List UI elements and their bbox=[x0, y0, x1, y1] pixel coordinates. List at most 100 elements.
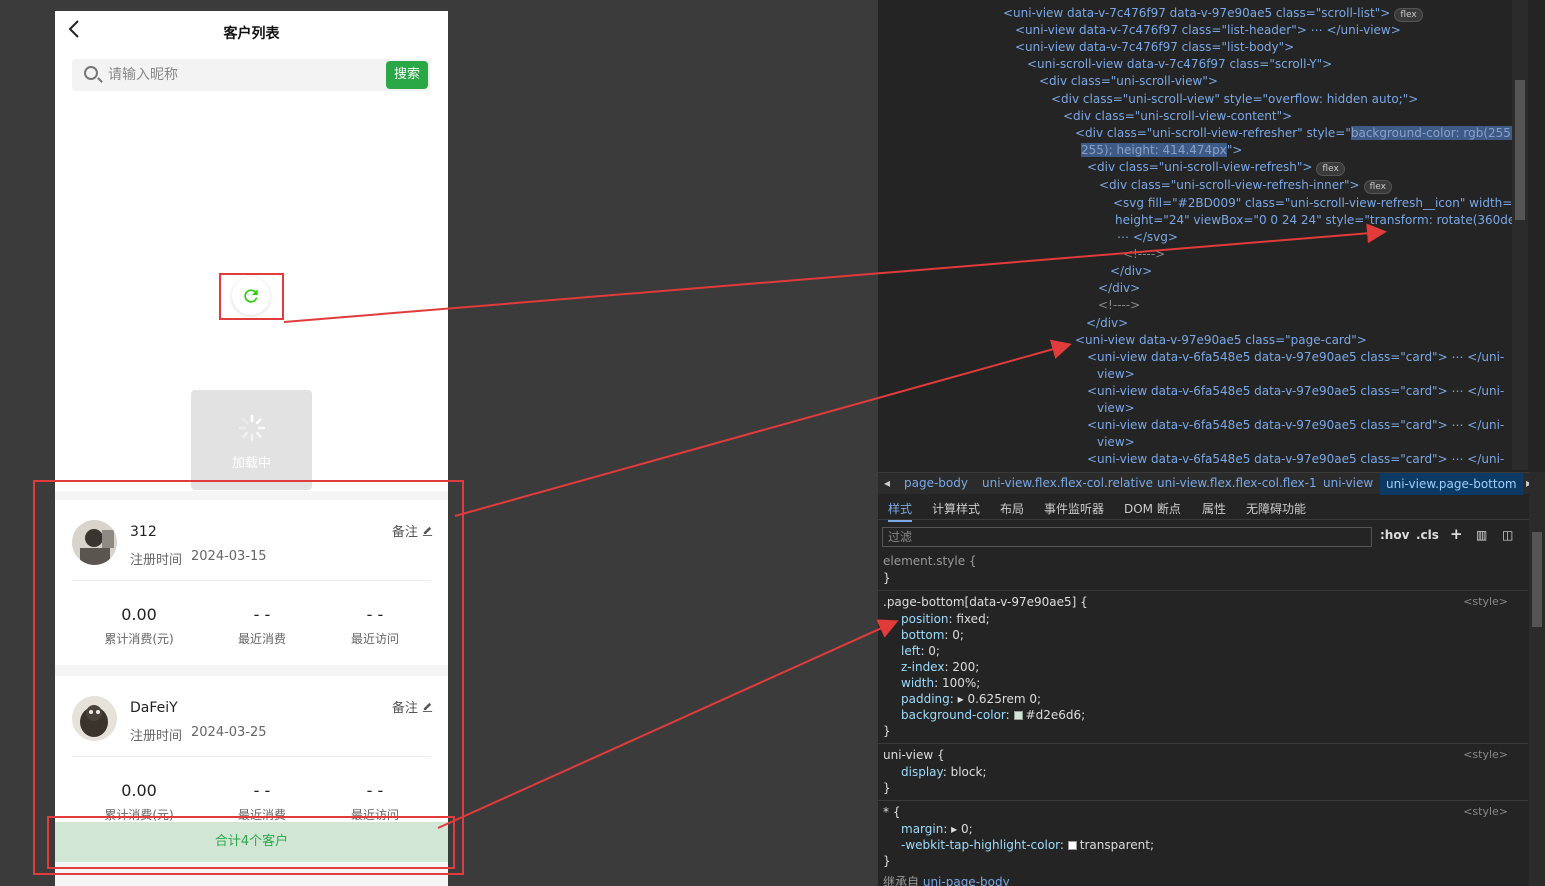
css-declaration[interactable]: display: block; bbox=[901, 764, 987, 780]
tab-styles[interactable]: 样式 bbox=[888, 500, 913, 522]
dom-node[interactable]: </div> bbox=[1110, 263, 1152, 280]
rule-selector[interactable]: .page-bottom[data-v-97e90ae5] { bbox=[883, 594, 1088, 610]
rule-selector[interactable]: * { bbox=[883, 804, 900, 820]
css-declaration[interactable]: z-index: 200; bbox=[901, 659, 979, 675]
scrollbar-thumb[interactable] bbox=[1515, 80, 1525, 220]
css-value: 0; bbox=[961, 822, 973, 836]
inherited-text: 继承自 bbox=[883, 875, 920, 886]
dom-comment[interactable]: <!----> bbox=[1123, 246, 1165, 263]
dom-text: <div class="uni-scroll-view-refresher" s… bbox=[1075, 126, 1351, 140]
dom-node[interactable]: <div class="uni-scroll-view-refresher" s… bbox=[1075, 125, 1528, 142]
color-swatch[interactable] bbox=[1013, 711, 1023, 720]
dom-node[interactable]: 255); height: 414.474px"> bbox=[1081, 142, 1242, 159]
dom-node[interactable]: <uni-view data-v-6fa548e5 data-v-97e90ae… bbox=[1087, 349, 1504, 366]
dom-node[interactable]: <uni-view data-v-97e90ae5 class="page-ca… bbox=[1075, 332, 1367, 349]
devtools-panel: <uni-view data-v-7c476f97 data-v-97e90ae… bbox=[878, 0, 1545, 886]
tab-layout[interactable]: 布局 bbox=[1000, 500, 1024, 517]
color-swatch[interactable] bbox=[1067, 841, 1077, 850]
css-declaration[interactable]: -webkit-tap-highlight-color: transparent… bbox=[901, 837, 1154, 853]
rule-source[interactable]: <style> bbox=[1463, 595, 1508, 608]
rule-source[interactable]: <style> bbox=[1463, 805, 1508, 818]
dom-text: "> bbox=[1226, 143, 1243, 157]
dom-node[interactable]: view> bbox=[1097, 434, 1135, 451]
dom-node[interactable]: <uni-view data-v-7c476f97 class="list-bo… bbox=[1015, 39, 1294, 56]
css-declaration[interactable]: bottom: 0; bbox=[901, 627, 964, 643]
dom-node[interactable]: <uni-view data-v-7c476f97 data-v-97e90ae… bbox=[1003, 5, 1423, 22]
divider bbox=[878, 590, 1528, 591]
rule-source[interactable]: <style> bbox=[1463, 748, 1508, 761]
dom-node[interactable]: <svg fill="#2BD009" class="uni-scroll-vi… bbox=[1113, 195, 1528, 212]
breadcrumb-item[interactable]: uni-view.flex.flex-col.flex-1 bbox=[1157, 476, 1317, 490]
css-property: -webkit-tap-highlight-color bbox=[901, 838, 1060, 852]
dom-node[interactable]: <div class="uni-scroll-view-content"> bbox=[1063, 108, 1292, 125]
screenshot-root: 客户列表 搜索 bbox=[0, 0, 1545, 886]
css-declaration[interactable]: margin: ▸ 0; bbox=[901, 821, 973, 837]
dom-node[interactable]: </div> bbox=[1098, 280, 1140, 297]
tab-properties[interactable]: 属性 bbox=[1202, 500, 1226, 517]
styles-scrollbar[interactable] bbox=[1529, 472, 1545, 886]
css-value: 100%; bbox=[941, 676, 981, 690]
dom-node[interactable]: <div class="uni-scroll-view-refresh-inne… bbox=[1099, 177, 1392, 194]
dom-text: <uni-view data-v-7c476f97 data-v-97e90ae… bbox=[1003, 6, 1391, 20]
rule-close: } bbox=[883, 854, 891, 868]
dom-node[interactable]: ⋯ </svg> bbox=[1117, 229, 1178, 246]
dom-comment[interactable]: <!----> bbox=[1098, 297, 1140, 314]
styles-tabs: 样式 计算样式 布局 事件监听器 DOM 断点 属性 无障碍功能 bbox=[878, 496, 1545, 522]
css-property: width bbox=[901, 676, 935, 690]
tab-accessibility[interactable]: 无障碍功能 bbox=[1246, 500, 1306, 517]
tab-event-listeners[interactable]: 事件监听器 bbox=[1044, 500, 1104, 517]
dom-node[interactable]: <uni-view data-v-7c476f97 class="list-he… bbox=[1015, 22, 1401, 39]
scrollbar-thumb[interactable] bbox=[1532, 532, 1542, 627]
nav-bar: 客户列表 bbox=[55, 11, 448, 55]
dom-node[interactable]: <uni-view data-v-6fa548e5 data-v-97e90ae… bbox=[1087, 451, 1504, 468]
flex-badge[interactable]: flex bbox=[1316, 162, 1345, 176]
css-declaration[interactable]: width: 100%; bbox=[901, 675, 980, 691]
css-property: bottom bbox=[901, 628, 945, 642]
cls-toggle[interactable]: .cls bbox=[1416, 528, 1439, 542]
tab-computed[interactable]: 计算样式 bbox=[932, 500, 980, 517]
dom-node[interactable]: height="24" viewBox="0 0 24 24" style="t… bbox=[1115, 212, 1528, 229]
hov-toggle[interactable]: :hov bbox=[1380, 528, 1409, 542]
breadcrumb-item-active[interactable]: uni-view.page-bottom bbox=[1380, 473, 1523, 495]
dom-node[interactable]: <div class="uni-scroll-view" style="over… bbox=[1051, 91, 1418, 108]
css-declaration[interactable]: left: 0; bbox=[901, 643, 940, 659]
breadcrumb-item[interactable]: uni-view.flex.flex-col.relative bbox=[982, 476, 1153, 490]
dom-node[interactable]: <div class="uni-scroll-view-refresh"> fle… bbox=[1087, 159, 1345, 176]
dom-highlight: 255); height: 414.474px bbox=[1081, 143, 1227, 157]
dom-node[interactable]: <uni-scroll-view data-v-7c476f97 class="… bbox=[1027, 56, 1332, 73]
chevron-left-icon[interactable]: ◂ bbox=[884, 476, 890, 490]
breadcrumb-item[interactable]: page-body bbox=[904, 476, 968, 490]
spinner-icon bbox=[238, 414, 266, 442]
search-button[interactable]: 搜索 bbox=[386, 61, 428, 89]
rule-close: } bbox=[883, 781, 891, 795]
css-declaration[interactable]: position: fixed; bbox=[901, 611, 990, 627]
search-input[interactable] bbox=[108, 65, 358, 85]
breadcrumb-item[interactable]: uni-view bbox=[1323, 476, 1373, 490]
css-property: position bbox=[901, 612, 949, 626]
dom-node[interactable]: <uni-view data-v-6fa548e5 data-v-97e90ae… bbox=[1087, 383, 1504, 400]
css-property: background-color bbox=[901, 708, 1006, 722]
css-value: 0; bbox=[952, 628, 964, 642]
page-title: 客户列表 bbox=[223, 26, 280, 42]
annotation-box-footer bbox=[47, 816, 455, 869]
sidebar-toggle-icon[interactable]: ◫ bbox=[1502, 528, 1513, 542]
tab-dom-breakpoints[interactable]: DOM 断点 bbox=[1124, 500, 1181, 517]
dom-node[interactable]: <div class="uni-scroll-view"> bbox=[1039, 73, 1218, 90]
flex-badge[interactable]: flex bbox=[1363, 180, 1392, 194]
rule-selector[interactable]: uni-view { bbox=[883, 747, 945, 763]
dom-node[interactable]: </div> bbox=[1086, 315, 1128, 332]
element-style-selector[interactable]: element.style { bbox=[883, 553, 977, 569]
search-bar: 搜索 bbox=[72, 59, 430, 91]
dom-node[interactable]: view> bbox=[1097, 400, 1135, 417]
dom-node[interactable]: view> bbox=[1097, 366, 1135, 383]
paint-brush-icon[interactable]: ▥ bbox=[1476, 528, 1487, 542]
dom-node[interactable]: <uni-view data-v-6fa548e5 data-v-97e90ae… bbox=[1087, 417, 1504, 434]
filter-input[interactable]: 过滤 bbox=[882, 527, 1372, 547]
inherited-link[interactable]: uni-page-body bbox=[923, 875, 1010, 886]
add-rule-icon[interactable]: + bbox=[1450, 525, 1463, 543]
css-declaration[interactable]: background-color: #d2e6d6; bbox=[901, 707, 1085, 723]
css-declaration[interactable]: padding: ▸ 0.625rem 0; bbox=[901, 691, 1041, 707]
flex-badge[interactable]: flex bbox=[1394, 8, 1423, 22]
dom-scrollbar[interactable] bbox=[1512, 0, 1528, 470]
annotation-box-refresh bbox=[219, 273, 284, 320]
